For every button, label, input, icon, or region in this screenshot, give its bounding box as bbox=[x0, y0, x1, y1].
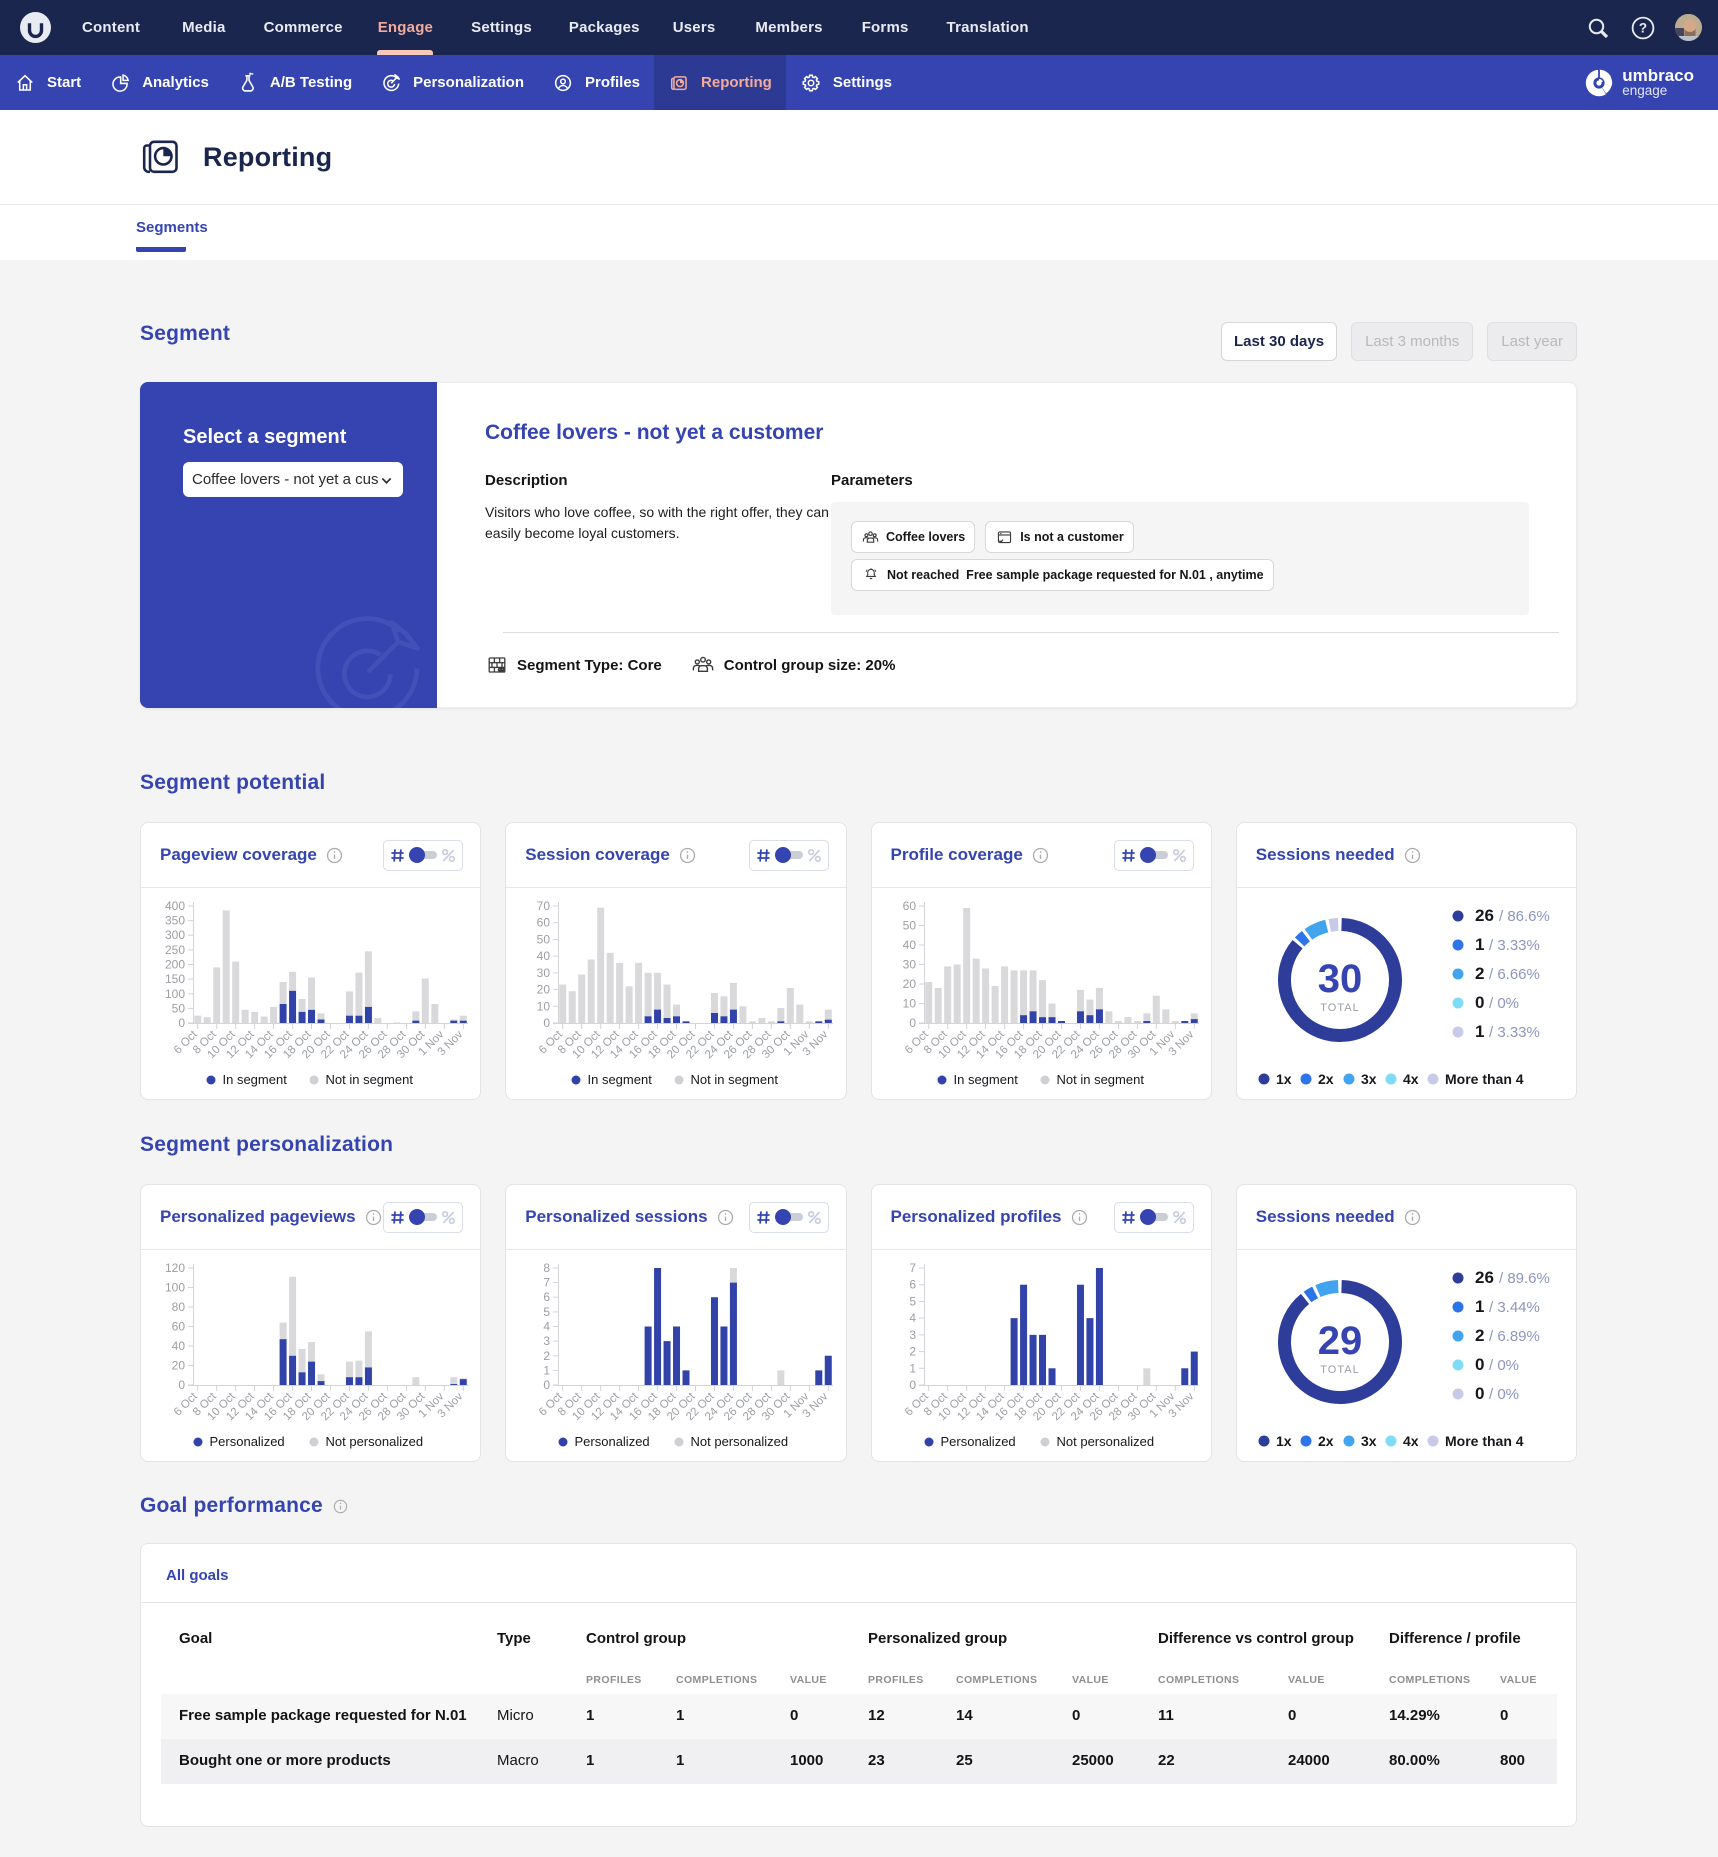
svg-text:100: 100 bbox=[165, 1281, 185, 1295]
svg-text:3x: 3x bbox=[1361, 1433, 1377, 1449]
svg-text:60: 60 bbox=[537, 916, 551, 930]
svg-text:4: 4 bbox=[909, 1311, 916, 1325]
svg-text:2: 2 bbox=[544, 1349, 551, 1363]
svg-text:2: 2 bbox=[1475, 1326, 1484, 1345]
svg-text:3: 3 bbox=[909, 1328, 916, 1342]
svg-text:1: 1 bbox=[909, 1361, 916, 1375]
svg-text:/ 3.33%: / 3.33% bbox=[1489, 937, 1540, 954]
svg-text:1: 1 bbox=[1475, 1297, 1484, 1316]
svg-text:0: 0 bbox=[909, 1016, 916, 1030]
svg-text:TOTAL: TOTAL bbox=[1320, 1002, 1359, 1014]
svg-text:7: 7 bbox=[909, 1261, 916, 1275]
svg-text:30: 30 bbox=[537, 966, 551, 980]
svg-text:50: 50 bbox=[537, 932, 551, 946]
svg-text:10: 10 bbox=[902, 997, 916, 1011]
svg-text:3: 3 bbox=[544, 1334, 551, 1348]
svg-text:5: 5 bbox=[909, 1294, 916, 1308]
svg-text:120: 120 bbox=[165, 1261, 185, 1275]
svg-text:70: 70 bbox=[537, 899, 551, 913]
svg-text:350: 350 bbox=[165, 914, 185, 928]
svg-text:2: 2 bbox=[909, 1345, 916, 1359]
svg-text:4x: 4x bbox=[1403, 1433, 1419, 1449]
svg-text:40: 40 bbox=[172, 1339, 186, 1353]
svg-text:?: ? bbox=[1639, 20, 1647, 35]
svg-text:26: 26 bbox=[1475, 1268, 1494, 1287]
svg-text:Not in segment: Not in segment bbox=[326, 1072, 414, 1087]
svg-text:Personalized: Personalized bbox=[575, 1434, 650, 1449]
svg-text:Personalized: Personalized bbox=[940, 1434, 1015, 1449]
svg-text:0: 0 bbox=[178, 1378, 185, 1392]
svg-text:20: 20 bbox=[902, 977, 916, 991]
svg-text:150: 150 bbox=[165, 972, 185, 986]
svg-text:0: 0 bbox=[909, 1378, 916, 1392]
svg-text:4x: 4x bbox=[1403, 1071, 1419, 1087]
svg-text:Not personalized: Not personalized bbox=[1056, 1434, 1154, 1449]
svg-text:2x: 2x bbox=[1318, 1071, 1334, 1087]
svg-text:6: 6 bbox=[544, 1290, 551, 1304]
svg-text:/ 0%: / 0% bbox=[1489, 1357, 1519, 1374]
svg-text:2: 2 bbox=[1475, 964, 1484, 983]
svg-text:80: 80 bbox=[172, 1300, 186, 1314]
svg-text:8: 8 bbox=[544, 1261, 551, 1275]
svg-text:60: 60 bbox=[902, 899, 916, 913]
svg-text:TOTAL: TOTAL bbox=[1320, 1364, 1359, 1376]
svg-text:200: 200 bbox=[165, 958, 185, 972]
svg-text:1x: 1x bbox=[1276, 1071, 1292, 1087]
svg-text:1: 1 bbox=[1475, 1022, 1484, 1041]
svg-text:0: 0 bbox=[544, 1016, 551, 1030]
svg-text:0: 0 bbox=[1475, 993, 1484, 1012]
svg-text:More than 4: More than 4 bbox=[1445, 1071, 1524, 1087]
svg-text:29: 29 bbox=[1318, 1319, 1363, 1363]
svg-text:1x: 1x bbox=[1276, 1433, 1292, 1449]
svg-text:5: 5 bbox=[544, 1305, 551, 1319]
svg-text:Not in segment: Not in segment bbox=[691, 1072, 779, 1087]
svg-text:30: 30 bbox=[902, 958, 916, 972]
svg-text:2x: 2x bbox=[1318, 1433, 1334, 1449]
svg-text:4: 4 bbox=[544, 1320, 551, 1334]
svg-text:In segment: In segment bbox=[953, 1072, 1018, 1087]
svg-text:More than 4: More than 4 bbox=[1445, 1433, 1524, 1449]
svg-text:1: 1 bbox=[544, 1363, 551, 1377]
svg-text:50: 50 bbox=[902, 919, 916, 933]
svg-text:400: 400 bbox=[165, 899, 185, 913]
svg-text:26: 26 bbox=[1475, 906, 1494, 925]
svg-text:30: 30 bbox=[1318, 957, 1363, 1001]
svg-text:Personalized: Personalized bbox=[210, 1434, 285, 1449]
svg-text:/ 3.44%: / 3.44% bbox=[1489, 1299, 1540, 1316]
svg-text:/ 89.6%: / 89.6% bbox=[1499, 1270, 1550, 1287]
svg-text:/ 6.66%: / 6.66% bbox=[1489, 966, 1540, 983]
svg-text:/ 86.6%: / 86.6% bbox=[1499, 908, 1550, 925]
svg-text:7: 7 bbox=[544, 1276, 551, 1290]
svg-text:60: 60 bbox=[172, 1320, 186, 1334]
svg-text:20: 20 bbox=[537, 983, 551, 997]
svg-text:0: 0 bbox=[178, 1016, 185, 1030]
svg-text:0: 0 bbox=[1475, 1355, 1484, 1374]
svg-text:3x: 3x bbox=[1361, 1071, 1377, 1087]
svg-text:/ 6.89%: / 6.89% bbox=[1489, 1328, 1540, 1345]
svg-text:Not personalized: Not personalized bbox=[691, 1434, 789, 1449]
svg-text:50: 50 bbox=[172, 1001, 186, 1015]
svg-text:In segment: In segment bbox=[588, 1072, 653, 1087]
svg-text:100: 100 bbox=[165, 987, 185, 1001]
svg-text:40: 40 bbox=[537, 949, 551, 963]
svg-text:20: 20 bbox=[172, 1359, 186, 1373]
svg-text:250: 250 bbox=[165, 943, 185, 957]
svg-text:10: 10 bbox=[537, 999, 551, 1013]
svg-text:Not in segment: Not in segment bbox=[1056, 1072, 1144, 1087]
svg-text:In segment: In segment bbox=[223, 1072, 288, 1087]
svg-text:40: 40 bbox=[902, 938, 916, 952]
svg-text:0: 0 bbox=[1475, 1384, 1484, 1403]
svg-text:/ 0%: / 0% bbox=[1489, 995, 1519, 1012]
svg-text:300: 300 bbox=[165, 928, 185, 942]
svg-text:Not personalized: Not personalized bbox=[326, 1434, 424, 1449]
svg-text:6: 6 bbox=[909, 1278, 916, 1292]
svg-text:/ 3.33%: / 3.33% bbox=[1489, 1024, 1540, 1041]
svg-text:0: 0 bbox=[544, 1378, 551, 1392]
svg-text:/ 0%: / 0% bbox=[1489, 1386, 1519, 1403]
svg-text:1: 1 bbox=[1475, 935, 1484, 954]
